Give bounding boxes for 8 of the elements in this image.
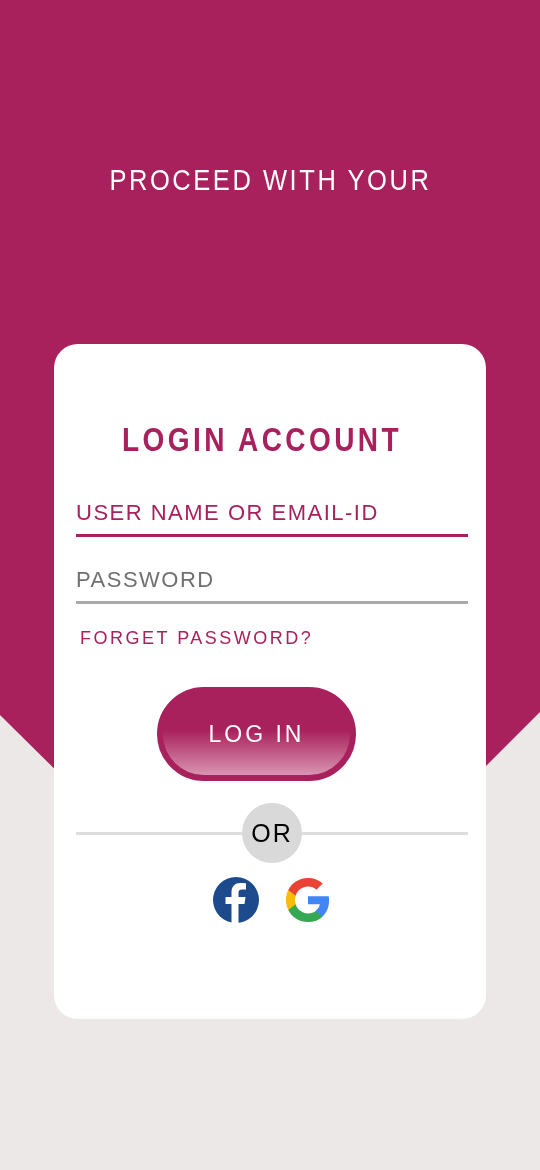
forgot-password-link[interactable]: FORGET PASSWORD? bbox=[80, 628, 314, 649]
google-icon[interactable] bbox=[285, 877, 331, 923]
username-field[interactable]: USER NAME OR EMAIL-ID bbox=[76, 500, 468, 537]
password-field[interactable]: PASSWORD bbox=[76, 567, 468, 604]
card-title: LOGIN ACCOUNT bbox=[122, 420, 402, 460]
login-button[interactable]: LOG IN bbox=[157, 687, 356, 781]
page-title: PROCEED WITH YOUR bbox=[109, 162, 431, 198]
facebook-icon[interactable] bbox=[213, 877, 259, 923]
